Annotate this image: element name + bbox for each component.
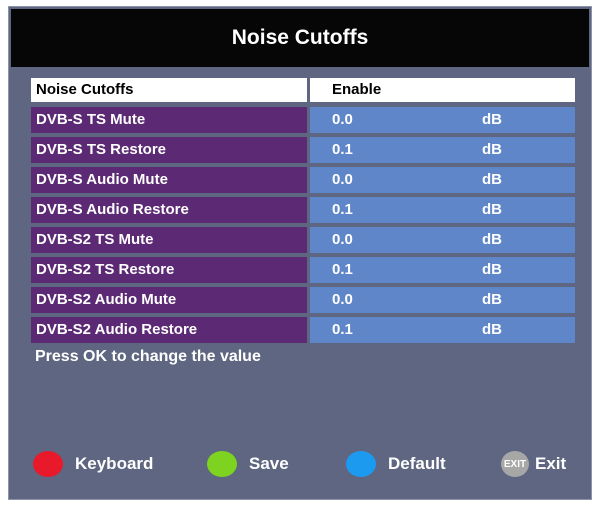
title-bar: Noise Cutoffs: [11, 9, 589, 67]
setting-value: 0.1: [332, 201, 353, 218]
setting-row-dvbs2-ts-mute[interactable]: DVB-S2 TS Mute 0.0 dB: [31, 227, 575, 257]
help-hint: Press OK to change the value: [35, 348, 261, 365]
setting-row-dvbs-audio-restore[interactable]: DVB-S Audio Restore 0.1 dB: [31, 197, 575, 227]
settings-table: Noise Cutoffs Enable DVB-S TS Mute 0.0 d…: [31, 78, 575, 347]
page-title: Noise Cutoffs: [231, 26, 369, 49]
exit-button-icon: EXIT: [501, 451, 529, 477]
noise-cutoffs-label: Noise Cutoffs: [31, 78, 307, 102]
setting-unit: dB: [482, 321, 502, 338]
setting-label: DVB-S TS Mute: [31, 107, 307, 133]
setting-unit: dB: [482, 111, 502, 128]
setting-value-field[interactable]: 0.0 dB: [310, 107, 575, 133]
setting-value-field[interactable]: 0.0 dB: [310, 227, 575, 253]
setting-label: DVB-S2 Audio Mute: [31, 287, 307, 313]
setting-unit: dB: [482, 141, 502, 158]
setting-row-dvbs2-audio-restore[interactable]: DVB-S2 Audio Restore 0.1 dB: [31, 317, 575, 347]
setting-value: 0.0: [332, 231, 353, 248]
keyboard-label: Keyboard: [75, 454, 154, 473]
red-button-icon: [33, 451, 63, 477]
setting-value: 0.0: [332, 111, 353, 128]
noise-cutoffs-enable-row[interactable]: Noise Cutoffs Enable: [31, 78, 575, 105]
noise-cutoffs-value[interactable]: Enable: [310, 78, 575, 102]
setting-label: DVB-S Audio Mute: [31, 167, 307, 193]
keyboard-button[interactable]: Keyboard: [33, 449, 153, 479]
setting-label: DVB-S2 Audio Restore: [31, 317, 307, 343]
setting-label: DVB-S TS Restore: [31, 137, 307, 163]
setting-unit: dB: [482, 231, 502, 248]
setting-unit: dB: [482, 171, 502, 188]
setting-value: 0.1: [332, 261, 353, 278]
setting-value-field[interactable]: 0.1 dB: [310, 197, 575, 223]
setting-row-dvbs2-audio-mute[interactable]: DVB-S2 Audio Mute 0.0 dB: [31, 287, 575, 317]
setting-value-field[interactable]: 0.1 dB: [310, 257, 575, 283]
default-button[interactable]: Default: [346, 449, 446, 479]
footer-button-bar: Keyboard Save Default EXIT Exit: [9, 445, 591, 485]
exit-button[interactable]: EXIT Exit: [501, 449, 566, 479]
setting-unit: dB: [482, 201, 502, 218]
default-label: Default: [388, 454, 446, 473]
setting-unit: dB: [482, 261, 502, 278]
setting-row-dvbs-ts-mute[interactable]: DVB-S TS Mute 0.0 dB: [31, 107, 575, 137]
save-label: Save: [249, 454, 289, 473]
setting-row-dvbs-ts-restore[interactable]: DVB-S TS Restore 0.1 dB: [31, 137, 575, 167]
setting-unit: dB: [482, 291, 502, 308]
setting-label: DVB-S Audio Restore: [31, 197, 307, 223]
noise-cutoffs-state: Enable: [332, 81, 382, 98]
green-button-icon: [207, 451, 237, 477]
exit-label: Exit: [535, 454, 567, 473]
setting-value-field[interactable]: 0.1 dB: [310, 137, 575, 163]
setting-value: 0.1: [332, 141, 353, 158]
save-button[interactable]: Save: [207, 449, 289, 479]
setting-value-field[interactable]: 0.1 dB: [310, 317, 575, 343]
setting-value: 0.0: [332, 171, 353, 188]
blue-button-icon: [346, 451, 376, 477]
setting-row-dvbs-audio-mute[interactable]: DVB-S Audio Mute 0.0 dB: [31, 167, 575, 197]
setting-value-field[interactable]: 0.0 dB: [310, 167, 575, 193]
setting-value-field[interactable]: 0.0 dB: [310, 287, 575, 313]
setting-row-dvbs2-ts-restore[interactable]: DVB-S2 TS Restore 0.1 dB: [31, 257, 575, 287]
noise-cutoffs-panel: Noise Cutoffs Noise Cutoffs Enable DVB-S…: [8, 6, 592, 500]
setting-value: 0.1: [332, 321, 353, 338]
setting-label: DVB-S2 TS Mute: [31, 227, 307, 253]
setting-label: DVB-S2 TS Restore: [31, 257, 307, 283]
setting-value: 0.0: [332, 291, 353, 308]
